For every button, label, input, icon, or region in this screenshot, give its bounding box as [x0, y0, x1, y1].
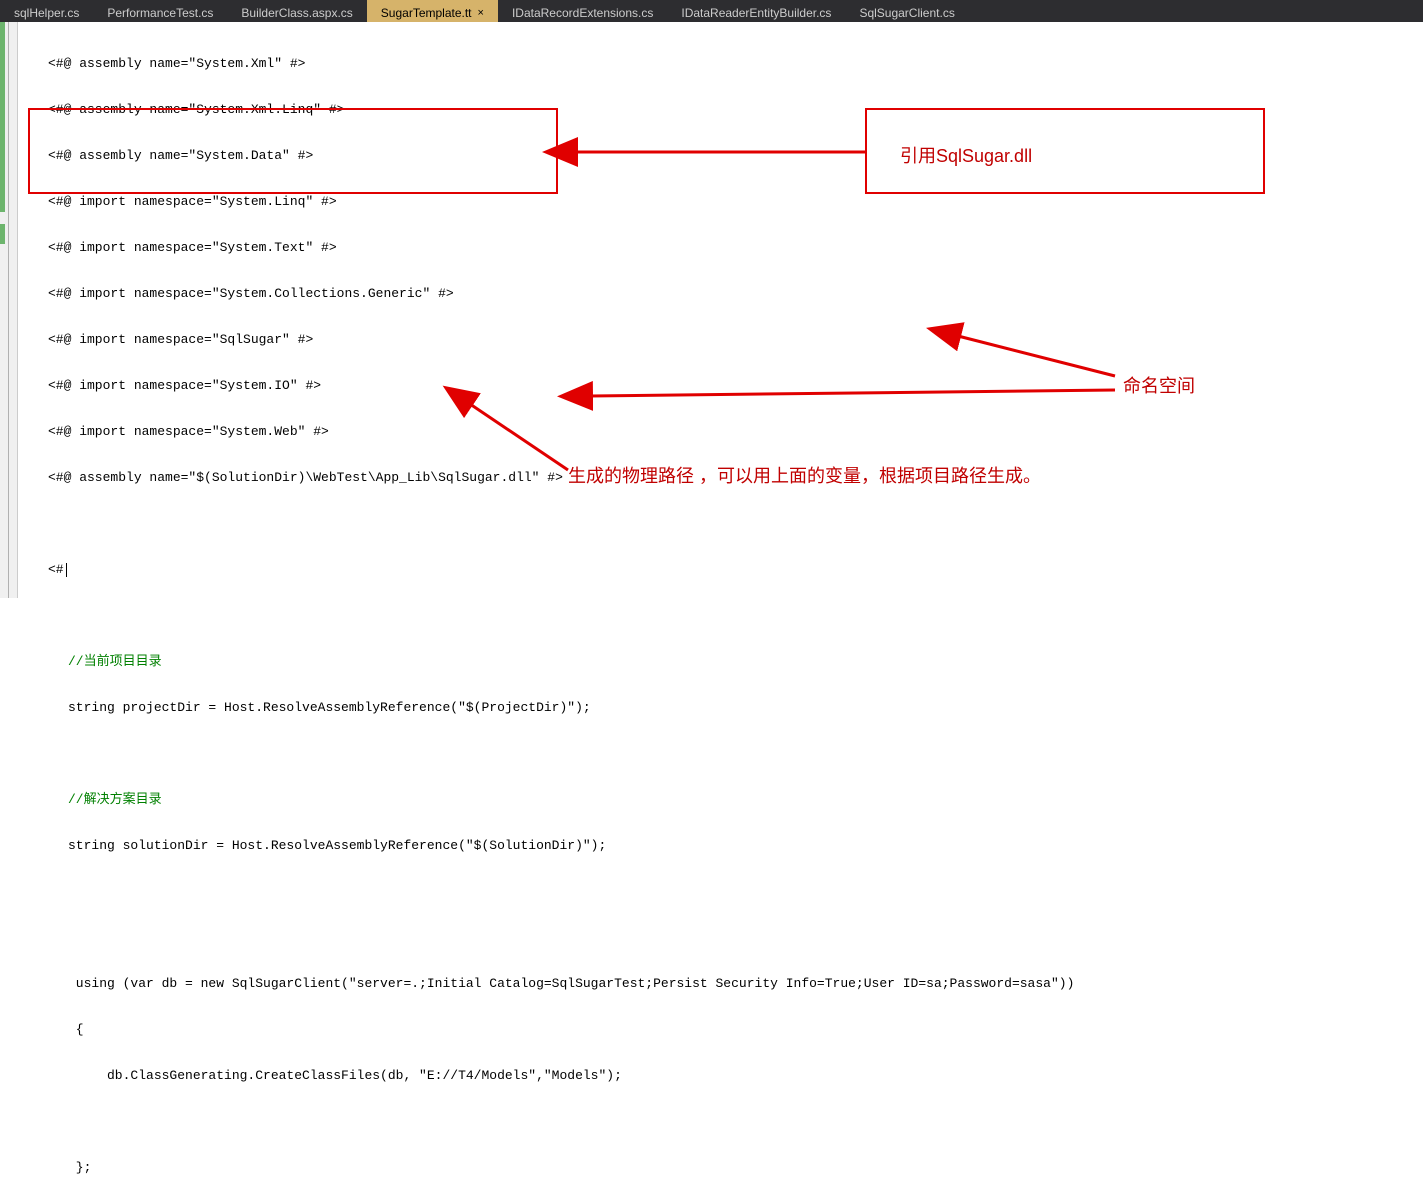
code-line: <#@ import namespace="System.Text" #>: [18, 240, 1423, 256]
code-line: <#@ import namespace="SqlSugar" #>: [18, 332, 1423, 348]
annotation-label: 命名空间: [1123, 372, 1195, 398]
tab-label: SqlSugarClient.cs: [859, 6, 954, 20]
annotation-box: [28, 108, 558, 194]
tab-label: sqlHelper.cs: [14, 6, 79, 20]
code-line: <#@ assembly name="System.Xml" #>: [18, 56, 1423, 72]
code-line: [18, 608, 1423, 624]
code-line: <#@ import namespace="System.IO" #>: [18, 378, 1423, 394]
tab-label: PerformanceTest.cs: [107, 6, 213, 20]
tab-label: IDataRecordExtensions.cs: [512, 6, 653, 20]
code-line: {: [18, 1022, 1423, 1038]
tab-label: SugarTemplate.tt: [381, 6, 472, 20]
tab-label: IDataReaderEntityBuilder.cs: [681, 6, 831, 20]
tab-sqlhelper[interactable]: sqlHelper.cs: [0, 0, 93, 22]
code-line: [18, 746, 1423, 762]
code-line: <#@ import namespace="System.Linq" #>: [18, 194, 1423, 210]
code-line: db.ClassGenerating.CreateClassFiles(db, …: [18, 1068, 1423, 1084]
code-line: //当前项目目录: [18, 654, 1423, 670]
code-line: string projectDir = Host.ResolveAssembly…: [18, 700, 1423, 716]
code-line: [18, 516, 1423, 532]
tab-idatareader[interactable]: IDataReaderEntityBuilder.cs: [667, 0, 845, 22]
code-line: string solutionDir = Host.ResolveAssembl…: [18, 838, 1423, 854]
tab-sqlsugarclient[interactable]: SqlSugarClient.cs: [845, 0, 968, 22]
tab-label: BuilderClass.aspx.cs: [241, 6, 352, 20]
change-bar-icon: [0, 224, 5, 244]
code-line: [18, 884, 1423, 900]
code-line: [18, 1114, 1423, 1130]
code-line: <#@ import namespace="System.Web" #>: [18, 424, 1423, 440]
annotation-label: 生成的物理路径 ，可以用上面的变量，根据项目路径生成。: [568, 462, 1041, 488]
gutter: [0, 22, 18, 598]
code-line: <#@ import namespace="System.Collections…: [18, 286, 1423, 302]
tab-idatarecord[interactable]: IDataRecordExtensions.cs: [498, 0, 667, 22]
code-line: };: [18, 1160, 1423, 1176]
code-line: //解决方案目录: [18, 792, 1423, 808]
tab-performancetest[interactable]: PerformanceTest.cs: [93, 0, 227, 22]
change-bar-icon: [0, 22, 5, 212]
code-line: using (var db = new SqlSugarClient("serv…: [18, 976, 1423, 992]
code-line: [18, 930, 1423, 946]
tab-builderclass[interactable]: BuilderClass.aspx.cs: [227, 0, 366, 22]
tab-sugartemplate[interactable]: SugarTemplate.tt ×: [367, 0, 498, 22]
outline-line: [8, 22, 9, 598]
tab-bar: sqlHelper.cs PerformanceTest.cs BuilderC…: [0, 0, 1423, 22]
annotation-label: 引用SqlSugar.dll: [900, 142, 1032, 168]
code-line: <#: [18, 562, 1423, 578]
close-icon[interactable]: ×: [478, 7, 484, 19]
